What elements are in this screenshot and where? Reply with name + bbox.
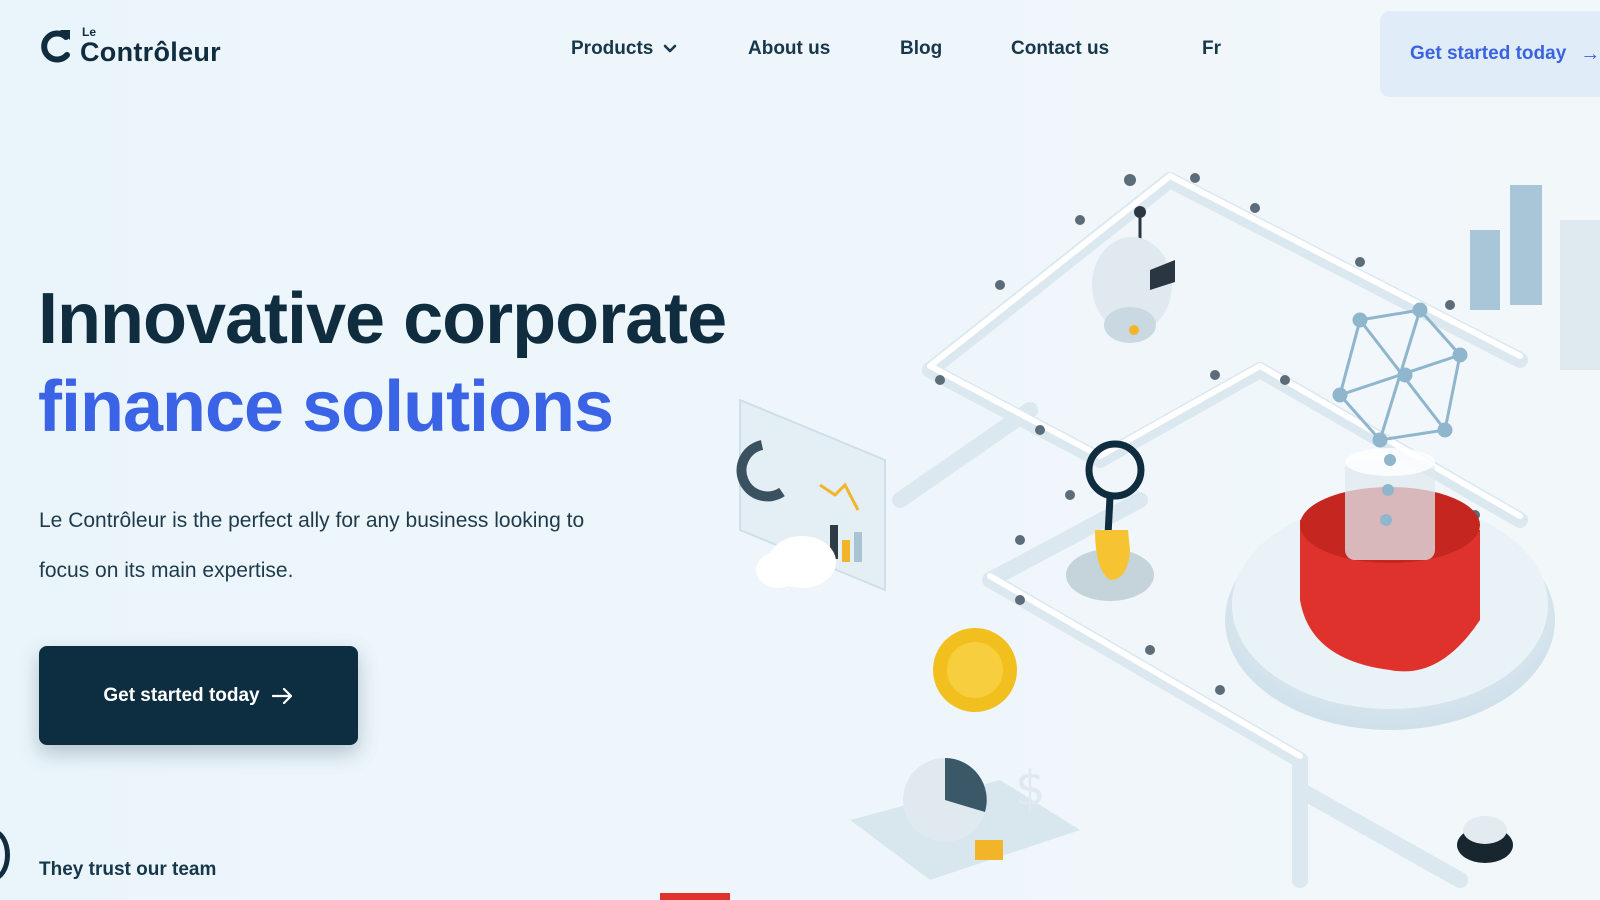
magnifier-hand (1066, 440, 1154, 601)
nav-blog[interactable]: Blog (900, 38, 942, 60)
svg-text:$: $ (1015, 761, 1046, 817)
nav-about[interactable]: About us (748, 38, 830, 60)
hero-get-started-button[interactable]: Get started today (39, 646, 358, 745)
language-switch[interactable]: Fr (1202, 38, 1221, 60)
hero-illustration: $ (736, 172, 1600, 888)
hero-title: Innovative corporate finance solutions (38, 275, 727, 451)
top-navigation: Le Contrôleur Products About us Blog Con… (0, 0, 1600, 100)
pie-chart-block: $ (850, 758, 1080, 880)
nav-products[interactable]: Products (571, 38, 677, 60)
brand-logo[interactable]: Le Contrôleur (40, 26, 221, 66)
brand-name: Contrôleur (80, 37, 221, 67)
nav-cta-label: Get started today (1410, 43, 1567, 64)
trust-heading: They trust our team (39, 859, 217, 880)
logo-icon (41, 30, 70, 63)
nav-products-label: Products (571, 38, 654, 59)
dark-knob (1457, 816, 1513, 863)
chat-widget-edge[interactable] (0, 829, 10, 881)
hero-title-line1: Innovative corporate (38, 279, 727, 359)
red-cylinder-platform (1225, 448, 1555, 730)
arrow-right-icon: → (1580, 42, 1600, 65)
hero-cta-label: Get started today (103, 684, 260, 706)
chevron-down-icon (664, 44, 677, 53)
dashboard-panel (736, 398, 886, 592)
sun-icon (933, 628, 1017, 712)
arrow-right-icon (271, 687, 292, 704)
nav-get-started-button[interactable]: Get started today → (1380, 11, 1600, 97)
nav-contact[interactable]: Contact us (1011, 38, 1109, 60)
hero-title-line2: finance solutions (38, 367, 614, 447)
landing-page: Le Contrôleur Products About us Blog Con… (0, 0, 1600, 900)
hero-description: Le Contrôleur is the perfect ally for an… (39, 509, 585, 582)
